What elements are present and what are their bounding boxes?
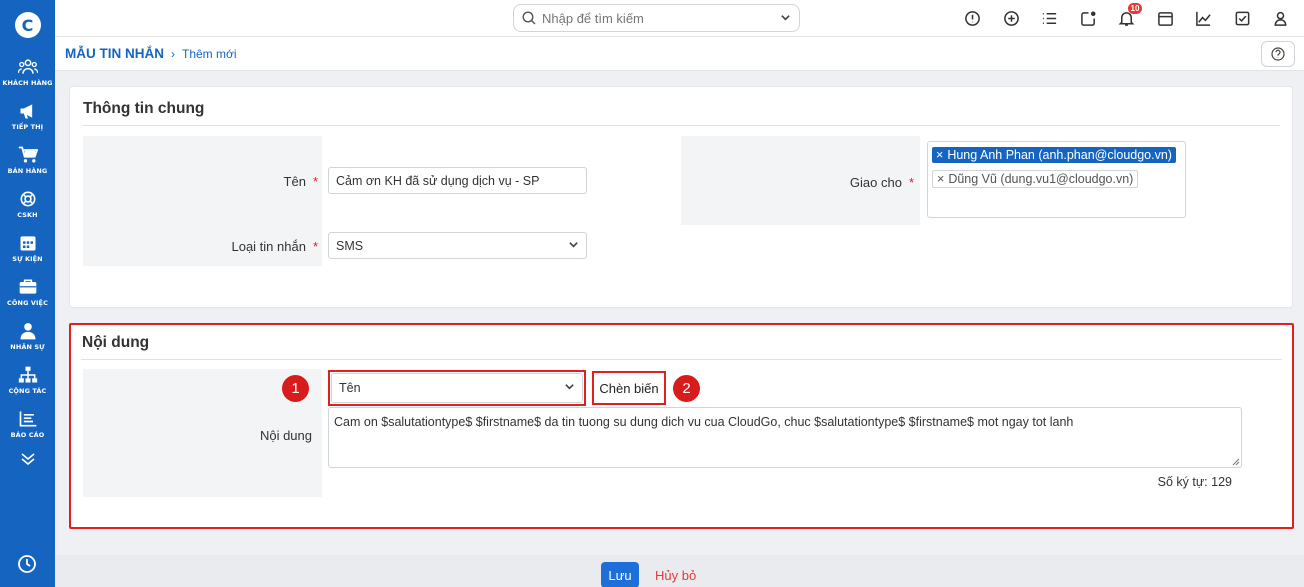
chevron-down-icon[interactable] xyxy=(780,11,791,26)
double-chevron-down-icon xyxy=(20,453,35,466)
history-button[interactable] xyxy=(17,554,37,577)
top-bar: 10 xyxy=(55,0,1304,37)
logo-icon: C xyxy=(14,12,41,38)
breadcrumb-separator: › xyxy=(171,46,175,61)
sidebar-expand-button[interactable] xyxy=(20,448,36,470)
sidebar-item-sales[interactable]: BÁN HÀNG xyxy=(0,138,55,182)
breadcrumb-root[interactable]: MẪU TIN NHẮN xyxy=(65,46,164,61)
profile-button[interactable] xyxy=(1262,0,1301,37)
plus-circle-icon xyxy=(1003,11,1019,26)
save-button[interactable]: Lưu xyxy=(601,562,639,587)
sidebar-item-customers[interactable]: KHÁCH HÀNG xyxy=(0,50,55,94)
required-mark: * xyxy=(908,175,914,190)
required-mark: * xyxy=(312,239,318,254)
sidebar-item-label: TIẾP THỊ xyxy=(11,122,44,131)
content-field-label: Nội dung xyxy=(259,428,312,443)
sidebar: C KHÁCH HÀNG TIẾP THỊ BÁN HÀNG CSKH SỰ K… xyxy=(0,0,55,587)
sidebar-item-label: CÔNG VIỆC xyxy=(7,298,48,307)
top-toolbar: 10 xyxy=(954,0,1301,37)
chevron-down-icon xyxy=(568,239,579,253)
refresh-square-icon xyxy=(1080,11,1096,26)
checkbox-icon xyxy=(1235,11,1250,26)
remove-tag-icon[interactable]: × xyxy=(937,172,944,186)
variable-select[interactable]: Tên xyxy=(331,373,583,403)
sidebar-item-reports[interactable]: BÁO CÁO xyxy=(0,402,55,446)
list-icon xyxy=(1043,13,1057,24)
sidebar-item-label: SỰ KIỆN xyxy=(12,254,43,263)
search-input[interactable] xyxy=(542,10,780,26)
megaphone-icon xyxy=(20,103,32,118)
remove-tag-icon[interactable]: × xyxy=(936,148,943,162)
assignee-tag[interactable]: × Hung Anh Phan (anh.phan@cloudgo.vn) xyxy=(932,147,1176,163)
briefcase-icon xyxy=(19,279,36,294)
step-marker-1: 1 xyxy=(282,375,309,402)
line-chart-icon xyxy=(1196,11,1211,26)
assignee-multiselect[interactable]: × Hung Anh Phan (anh.phan@cloudgo.vn) × Dũ… xyxy=(927,141,1186,218)
form-footer: Lưu Hủy bỏ xyxy=(55,555,1304,587)
notification-badge: 10 xyxy=(1127,3,1143,14)
crm-button[interactable] xyxy=(1069,0,1108,37)
calendar-outline-icon xyxy=(1157,12,1173,26)
assign-to-label: Giao cho * xyxy=(849,175,914,190)
tasks-button[interactable] xyxy=(1223,0,1262,37)
resize-handle-icon[interactable] xyxy=(1232,458,1240,466)
breadcrumb: MẪU TIN NHẮN › Thêm mới xyxy=(55,37,1304,71)
sidebar-item-cskh[interactable]: CSKH xyxy=(0,182,55,226)
sidebar-item-label: BÁN HÀNG xyxy=(7,166,48,175)
help-button[interactable] xyxy=(1261,41,1295,67)
divider xyxy=(82,125,1280,126)
sidebar-item-hr[interactable]: NHÂN SỰ xyxy=(0,314,55,358)
cart-icon xyxy=(18,146,38,162)
calendar-icon xyxy=(20,235,35,250)
message-type-select[interactable]: SMS xyxy=(328,232,587,259)
search-icon xyxy=(522,11,536,25)
person-icon xyxy=(20,322,35,339)
customers-icon xyxy=(17,58,38,74)
org-chart-icon xyxy=(18,366,37,382)
sidebar-item-label: KHÁCH HÀNG xyxy=(2,78,53,87)
help-icon xyxy=(1271,47,1285,61)
cancel-button[interactable]: Hủy bỏ xyxy=(655,568,696,583)
variable-select-value: Tên xyxy=(339,381,361,395)
report-icon xyxy=(19,411,36,426)
breadcrumb-current: Thêm mới xyxy=(182,46,237,61)
sidebar-item-collaboration[interactable]: CỘNG TÁC xyxy=(0,358,55,402)
calendar-button[interactable] xyxy=(1146,0,1185,37)
insert-variable-button[interactable]: Chèn biến xyxy=(592,371,666,405)
app-logo[interactable]: C xyxy=(0,0,55,50)
sidebar-item-events[interactable]: SỰ KIỆN xyxy=(0,226,55,270)
quick-create-button[interactable] xyxy=(992,0,1031,37)
sidebar-item-marketing[interactable]: TIẾP THỊ xyxy=(0,94,55,138)
message-content-textarea[interactable]: Cam on $salutationtype$ $firstname$ da t… xyxy=(328,407,1242,468)
alert-button[interactable] xyxy=(954,0,993,37)
global-search[interactable] xyxy=(513,4,800,32)
support-icon xyxy=(20,191,35,206)
step-marker-2: 2 xyxy=(673,375,700,402)
sidebar-item-label: NHÂN SỰ xyxy=(10,342,45,351)
sidebar-item-label: CSKH xyxy=(17,210,38,219)
required-mark: * xyxy=(312,174,318,189)
sidebar-item-tasks[interactable]: CÔNG VIỆC xyxy=(0,270,55,314)
analytics-button[interactable] xyxy=(1185,0,1224,37)
chevron-down-icon xyxy=(564,381,575,395)
name-input[interactable]: Cảm ơn KH đã sử dụng dịch vụ - SP xyxy=(328,167,587,194)
notifications-button[interactable]: 10 xyxy=(1108,0,1147,37)
message-type-label: Loại tin nhắn * xyxy=(231,239,318,254)
message-type-value: SMS xyxy=(336,238,364,253)
content-title: Nội dung xyxy=(82,334,150,351)
list-button[interactable] xyxy=(1031,0,1070,37)
name-field-label: Tên * xyxy=(283,174,318,189)
alert-circle-icon xyxy=(965,11,981,26)
divider xyxy=(81,359,1282,360)
assignee-tag[interactable]: × Dũng Vũ (dung.vu1@cloudgo.vn) xyxy=(932,170,1139,188)
sidebar-item-label: CỘNG TÁC xyxy=(8,386,47,395)
user-icon xyxy=(1274,11,1287,26)
sidebar-item-label: BÁO CÁO xyxy=(10,430,45,439)
clock-icon xyxy=(18,555,36,573)
general-info-title: Thông tin chung xyxy=(83,100,205,117)
character-count: Số ký tự: 129 xyxy=(1157,475,1232,489)
